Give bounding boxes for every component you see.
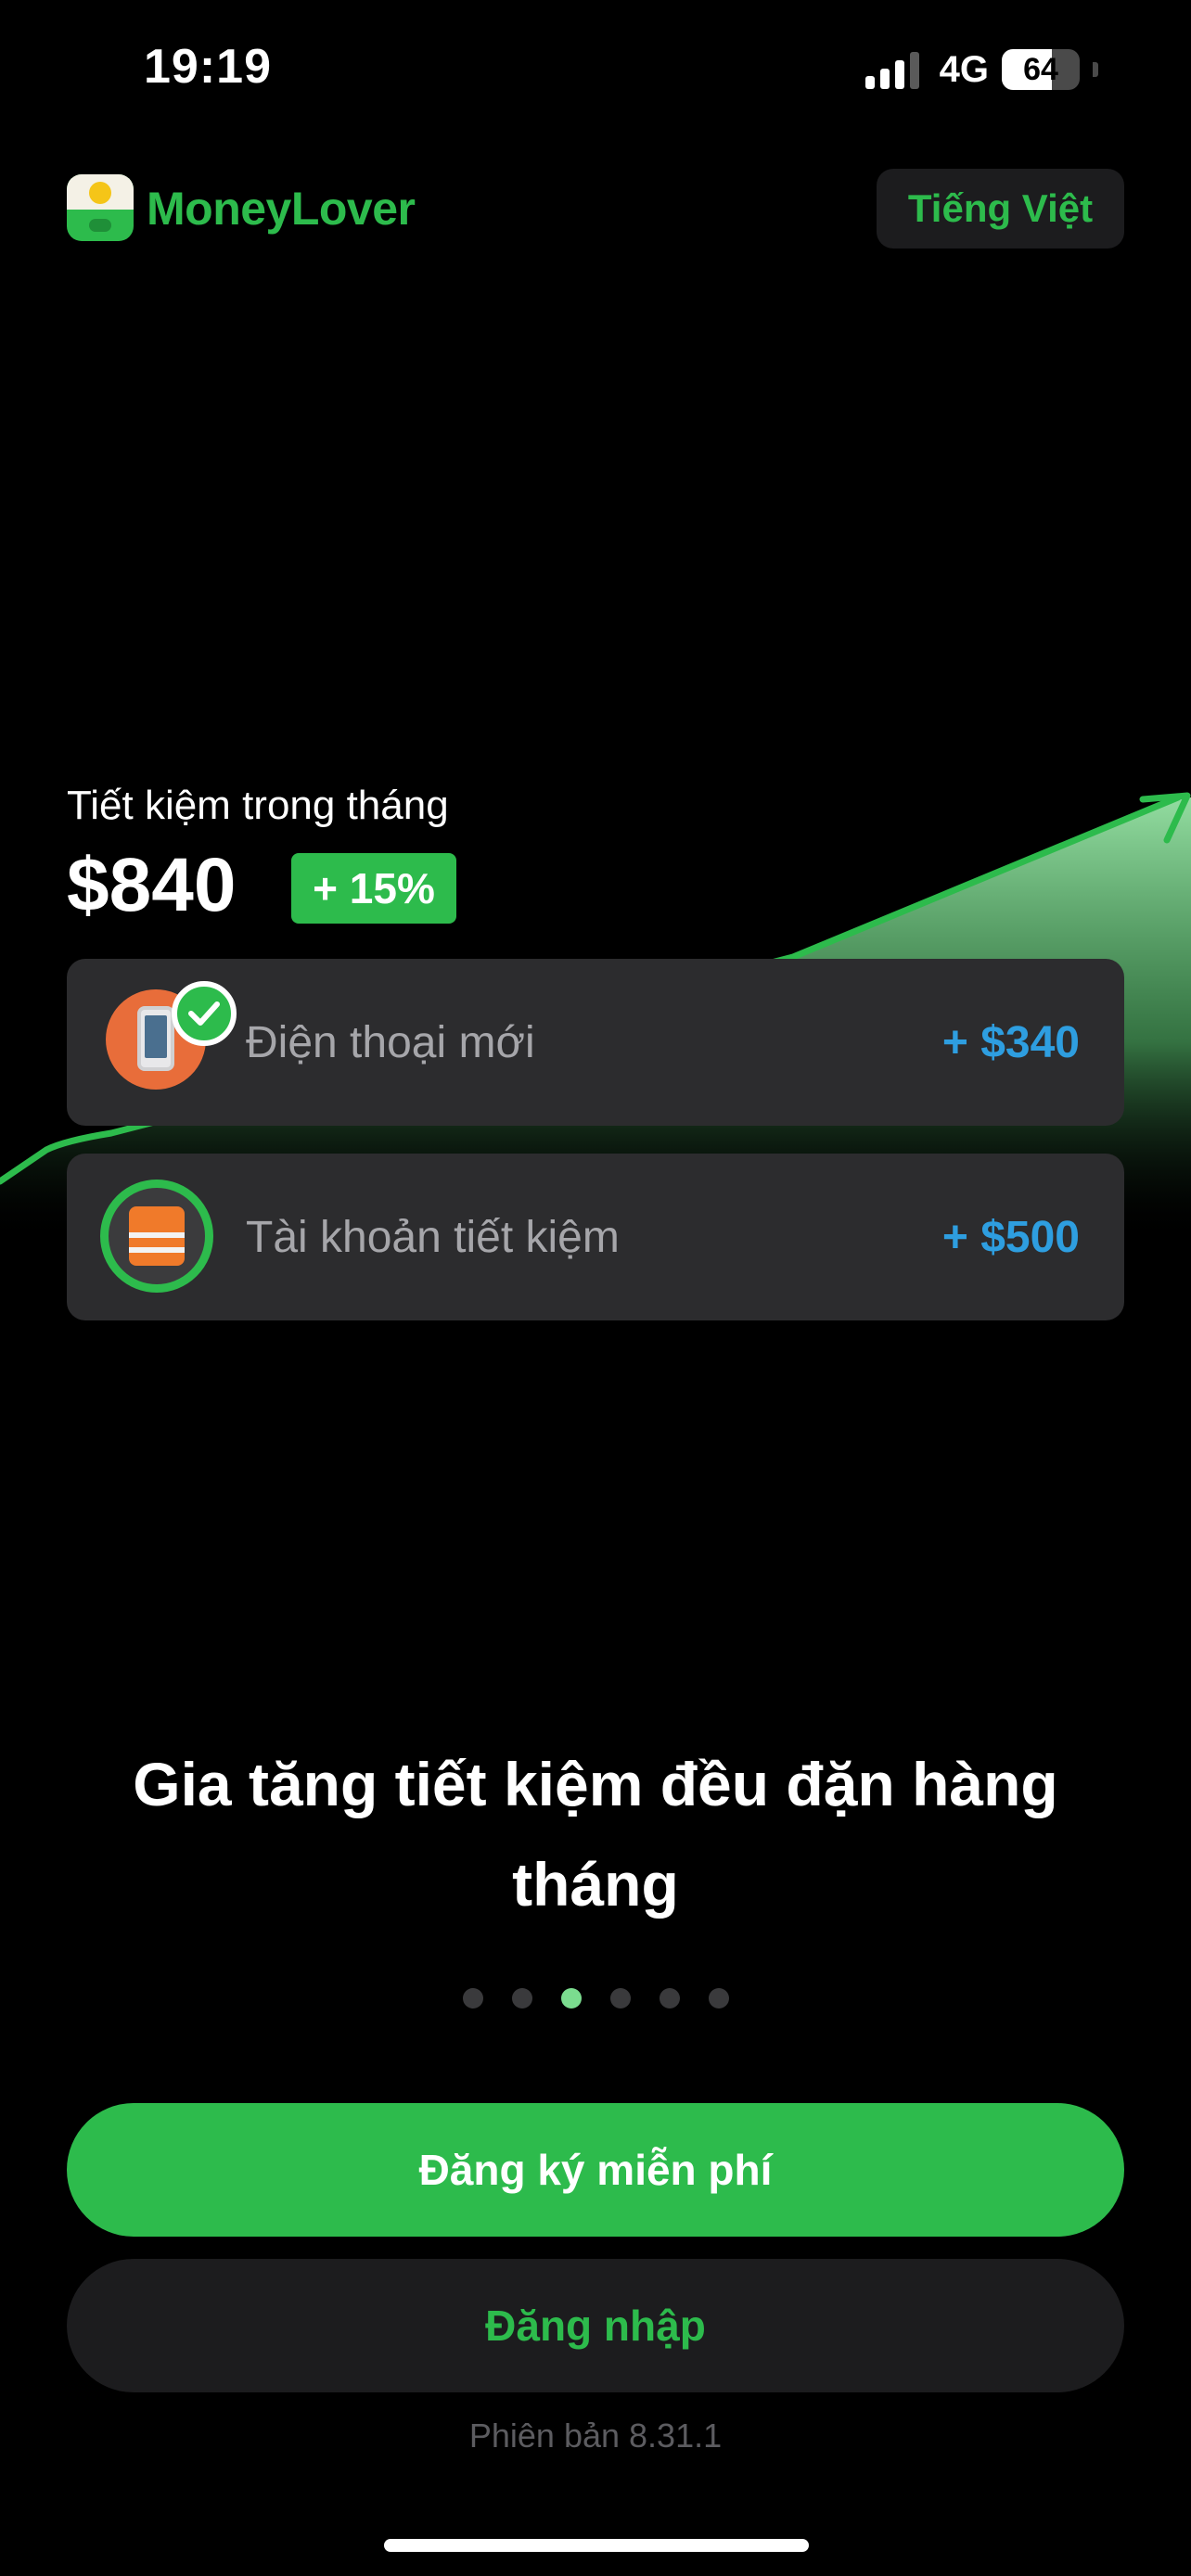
page-dot[interactable] bbox=[511, 1988, 532, 2009]
signup-button[interactable]: Đăng ký miễn phí bbox=[67, 2103, 1124, 2237]
onboarding-headline: Gia tăng tiết kiệm đều đặn hàng tháng bbox=[133, 1750, 1058, 1919]
check-icon bbox=[172, 981, 237, 1046]
saving-item-amount: + $340 bbox=[941, 1017, 1080, 1067]
network-type: 4G bbox=[939, 48, 989, 90]
page-dot[interactable] bbox=[609, 1988, 631, 2009]
status-bar-right: 4G 64 bbox=[864, 46, 1098, 93]
page-dot[interactable] bbox=[708, 1988, 729, 2009]
home-indicator[interactable] bbox=[384, 2539, 809, 2552]
page-indicator[interactable] bbox=[0, 1988, 1191, 2009]
life-vest-icon bbox=[100, 1180, 213, 1293]
status-time: 19:19 bbox=[144, 40, 272, 94]
battery-nub bbox=[1093, 62, 1098, 77]
page-dot[interactable] bbox=[560, 1988, 582, 2009]
monthly-saving-amount: $840 bbox=[67, 843, 237, 927]
saving-item-card: Điện thoại mới + $340 bbox=[67, 959, 1124, 1126]
onboarding-screen: 19:19 4G 64 MoneyLover Tiếng Việt Tiết k… bbox=[0, 0, 1191, 2576]
page-dot[interactable] bbox=[462, 1988, 483, 2009]
language-button[interactable]: Tiếng Việt bbox=[877, 169, 1124, 249]
saving-item-name: Tài khoản tiết kiệm bbox=[246, 1212, 620, 1262]
saving-item-amount: + $500 bbox=[941, 1212, 1080, 1262]
cellular-signal-icon bbox=[864, 50, 919, 89]
app-name: MoneyLover bbox=[147, 183, 416, 235]
saving-item-card: Tài khoản tiết kiệm + $500 bbox=[67, 1154, 1124, 1320]
saving-item-name: Điện thoại mới bbox=[246, 1017, 535, 1067]
login-button[interactable]: Đăng nhập bbox=[67, 2259, 1124, 2392]
saving-change-badge: + 15% bbox=[291, 853, 456, 924]
battery-level: 64 bbox=[1023, 51, 1058, 87]
battery-icon: 64 bbox=[1002, 49, 1080, 90]
version-label: Phiên bản 8.31.1 bbox=[468, 2417, 723, 2455]
page-dot[interactable] bbox=[659, 1988, 680, 2009]
monthly-saving-label: Tiết kiệm trong tháng bbox=[67, 783, 449, 828]
piggy-bank-icon bbox=[67, 174, 134, 241]
